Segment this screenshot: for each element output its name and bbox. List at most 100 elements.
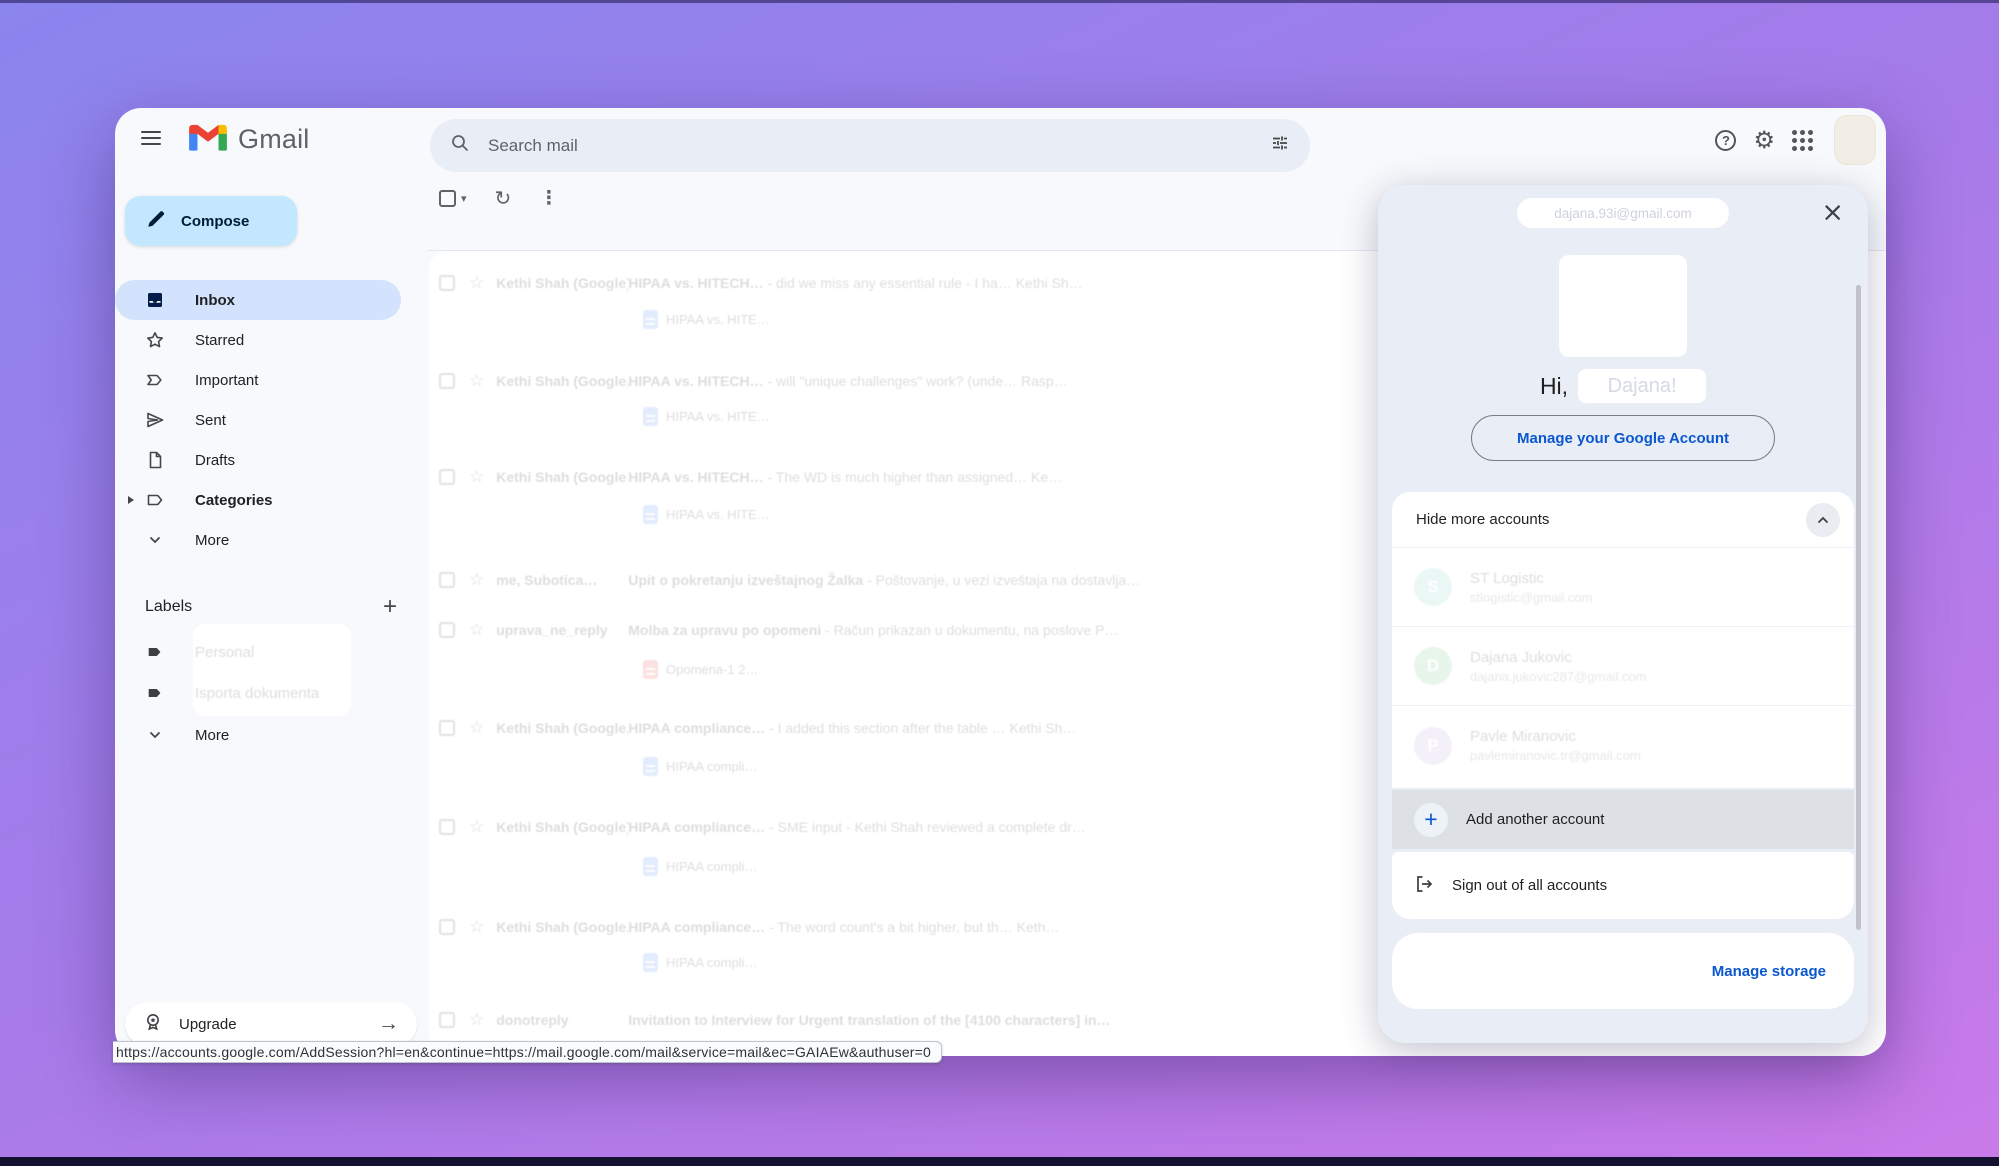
select-dropdown-caret-icon[interactable]: ▾ <box>461 192 467 205</box>
row-star-icon[interactable]: ☆ <box>469 917 484 937</box>
search-icon[interactable] <box>450 133 470 158</box>
account-name: Pavle Miranovic <box>1470 728 1641 745</box>
attachment-chip[interactable]: HIPAA compli… <box>643 949 758 975</box>
upgrade-button[interactable]: Upgrade → <box>125 1002 417 1046</box>
badge-icon <box>143 1012 163 1036</box>
row-checkbox[interactable] <box>439 373 455 389</box>
sidebar-item-categories[interactable]: Categories <box>115 480 401 520</box>
sidebar-item-drafts[interactable]: Drafts <box>115 440 401 480</box>
attachment-name: HIPAA vs. HITE… <box>666 312 770 327</box>
account-avatar-placeholder[interactable] <box>1559 255 1687 357</box>
attachment-chip[interactable]: Opomena-1 2… <box>643 656 759 682</box>
attachment-chip[interactable]: HIPAA compli… <box>643 853 758 879</box>
row-checkbox[interactable] <box>439 919 455 935</box>
email-snippet: - The word count's a bit higher, but th…… <box>769 919 1059 935</box>
sign-out-icon <box>1414 874 1434 898</box>
row-checkbox[interactable] <box>439 275 455 291</box>
more-options-dots-icon[interactable]: ⋮ <box>539 187 558 209</box>
account-email: dajana.jukovic287@gmail.com <box>1470 669 1647 684</box>
sidebar-labels-more[interactable]: More <box>115 717 229 753</box>
row-star-icon[interactable]: ☆ <box>469 1010 484 1030</box>
sidebar-nav: Inbox Starred Important Sent <box>115 280 401 560</box>
doc-attachment-icon <box>643 857 658 876</box>
attachment-chip[interactable]: HIPAA vs. HITE… <box>643 403 770 429</box>
account-email: pavlemiranovic.tr@gmail.com <box>1470 748 1641 763</box>
sidebar-item-starred[interactable]: Starred <box>115 320 401 360</box>
search-bar[interactable] <box>430 119 1310 172</box>
account-list-item[interactable]: D Dajana Jukovic dajana.jukovic287@gmail… <box>1392 627 1854 706</box>
email-snippet: - Račun prikazan u dokumentu, na poslove… <box>825 622 1118 638</box>
attachment-name: HIPAA compli… <box>666 859 758 874</box>
label-item[interactable]: Isporta dokumenta <box>115 675 319 711</box>
category-tag-icon <box>145 490 165 510</box>
create-label-plus-icon[interactable]: + <box>383 595 397 619</box>
help-icon[interactable]: ? <box>1715 130 1736 151</box>
row-checkbox[interactable] <box>439 572 455 588</box>
important-marker-icon <box>145 370 165 390</box>
gmail-m-icon <box>187 121 229 158</box>
sidebar-item-label: Important <box>195 372 258 389</box>
expander-triangle-icon[interactable] <box>128 496 134 504</box>
arrow-right-icon[interactable]: → <box>378 1012 399 1036</box>
select-all-checkbox[interactable]: ▾ <box>439 190 467 207</box>
manage-storage-link[interactable]: Manage storage <box>1712 963 1826 980</box>
row-star-icon[interactable]: ☆ <box>469 620 484 640</box>
header-actions: ? ⚙ <box>1715 108 1876 172</box>
row-checkbox[interactable] <box>439 1012 455 1028</box>
chevron-up-icon[interactable] <box>1806 503 1840 537</box>
gmail-logo: Gmail <box>187 121 310 158</box>
profile-avatar[interactable] <box>1834 115 1876 165</box>
row-star-icon[interactable]: ☆ <box>469 817 484 837</box>
search-input[interactable] <box>486 135 1270 157</box>
attachment-chip[interactable]: HIPAA vs. HITE… <box>643 306 770 332</box>
refresh-icon[interactable]: ↻ <box>495 186 512 210</box>
row-star-icon[interactable]: ☆ <box>469 467 484 487</box>
chevron-down-icon <box>145 725 165 745</box>
inbox-icon <box>145 290 165 310</box>
row-star-icon[interactable]: ☆ <box>469 718 484 738</box>
sidebar-item-label: Inbox <box>195 292 235 309</box>
chevron-down-icon <box>145 530 165 550</box>
settings-gear-icon[interactable]: ⚙ <box>1753 128 1775 152</box>
row-checkbox[interactable] <box>439 622 455 638</box>
account-avatar: S <box>1414 568 1452 606</box>
sign-out-all-button[interactable]: Sign out of all accounts <box>1392 852 1854 919</box>
email-sender: Kethi Shah (Google, <box>496 720 628 736</box>
email-snippet: - did we miss any essential rule - I ha…… <box>768 275 1083 291</box>
attachment-chip[interactable]: HIPAA vs. HITE… <box>643 501 770 527</box>
doc-attachment-icon <box>643 505 658 524</box>
hide-more-accounts-button[interactable]: Hide more accounts <box>1392 492 1854 548</box>
attachment-chip[interactable]: HIPAA compli… <box>643 753 758 779</box>
attachment-name: HIPAA vs. HITE… <box>666 507 770 522</box>
row-checkbox[interactable] <box>439 819 455 835</box>
storage-card: Manage storage <box>1392 933 1854 1009</box>
row-star-icon[interactable]: ☆ <box>469 570 484 590</box>
sidebar-item-inbox[interactable]: Inbox <box>115 280 401 320</box>
account-name: ST Logistic <box>1470 570 1592 587</box>
google-apps-grid-icon[interactable] <box>1792 130 1813 151</box>
email-subject: Invitation to Interview for Urgent trans… <box>628 1012 1110 1028</box>
gmail-header: Gmail ? ⚙ <box>115 108 1886 172</box>
row-star-icon[interactable]: ☆ <box>469 273 484 293</box>
sidebar-item-sent[interactable]: Sent <box>115 400 401 440</box>
row-checkbox[interactable] <box>439 720 455 736</box>
account-list-item[interactable]: S ST Logistic stlogistic@gmail.com <box>1392 548 1854 627</box>
sidebar-item-important[interactable]: Important <box>115 360 401 400</box>
row-star-icon[interactable]: ☆ <box>469 371 484 391</box>
hamburger-menu-icon[interactable] <box>141 131 161 149</box>
add-another-account-button[interactable]: + Add another account <box>1392 790 1854 849</box>
sidebar-item-more[interactable]: More <box>115 520 401 560</box>
email-subject: HIPAA compliance… <box>628 720 765 736</box>
label-item[interactable]: Personal <box>115 634 254 670</box>
account-list-item[interactable]: P Pavle Miranovic pavlemiranovic.tr@gmai… <box>1392 706 1854 785</box>
close-icon[interactable]: × <box>1821 199 1844 226</box>
email-sender: Kethi Shah (Google) <box>496 819 628 835</box>
search-filter-icon[interactable] <box>1270 133 1290 158</box>
row-checkbox[interactable] <box>439 469 455 485</box>
manage-google-account-button[interactable]: Manage your Google Account <box>1471 415 1775 461</box>
doc-attachment-icon <box>643 953 658 972</box>
email-snippet: - SME input - Kethi Shah reviewed a comp… <box>769 819 1086 835</box>
pencil-icon <box>145 208 167 234</box>
doc-attachment-icon <box>643 310 658 329</box>
compose-button[interactable]: Compose <box>125 196 297 246</box>
